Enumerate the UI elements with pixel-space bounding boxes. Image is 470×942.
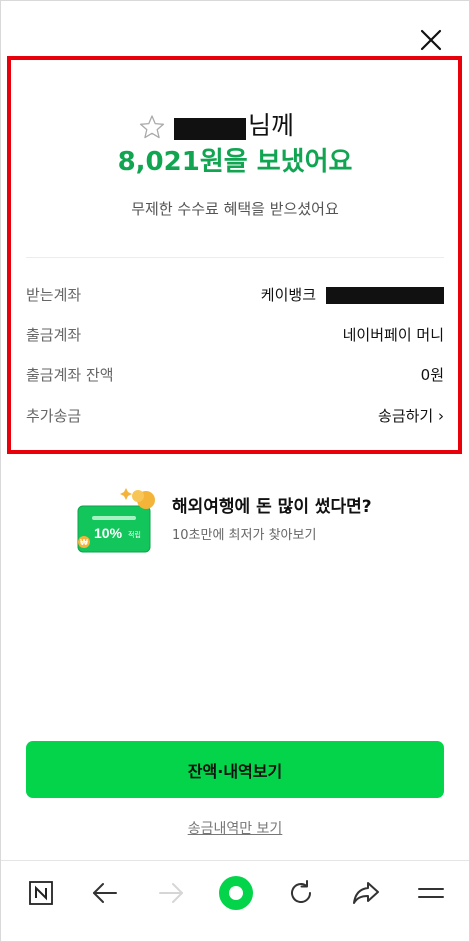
- sent-amount-title: 8,021원을 보냈어요: [117, 147, 353, 177]
- svg-text:₩: ₩: [80, 538, 88, 547]
- fee-benefit-subtitle: 무제한 수수료 혜택을 받으셨어요: [131, 200, 339, 218]
- close-icon: [420, 29, 442, 51]
- refresh-button[interactable]: [281, 875, 321, 911]
- detail-value: 0원: [420, 366, 444, 384]
- back-arrow-icon: [93, 883, 117, 903]
- promo-image-percent-sub: 적립: [128, 530, 141, 539]
- detail-row-receiving-account: 받는계좌 케이뱅크: [26, 282, 444, 308]
- naver-home-button[interactable]: [21, 875, 61, 911]
- receiving-bank-name: 케이뱅크: [260, 286, 316, 304]
- cashback-coupon-image: ₩ 10% 적립: [77, 488, 155, 553]
- green-dot-home-icon: [219, 876, 253, 910]
- refresh-icon: [291, 880, 311, 904]
- detail-label: 출금계좌 잔액: [26, 366, 114, 384]
- view-transfer-history-link[interactable]: 송금내역만 보기: [0, 818, 470, 840]
- forward-button[interactable]: [151, 875, 191, 911]
- promo-subtitle: 10초만에 최저가 찾아보기: [172, 528, 317, 543]
- detail-value: 네이버페이 머니: [342, 326, 444, 344]
- detail-label: 추가송금: [26, 407, 82, 425]
- share-button[interactable]: [346, 875, 386, 911]
- redacted-recipient-name: [174, 118, 246, 140]
- menu-icon: [418, 888, 444, 898]
- green-dot-button[interactable]: [216, 875, 256, 911]
- recipient-title-row: 님께: [0, 110, 470, 144]
- back-button[interactable]: [85, 875, 125, 911]
- send-more-link[interactable]: 송금하기 ›: [378, 403, 444, 429]
- travel-promo-banner[interactable]: ₩ 10% 적립 해외여행에 돈 많이 썼다면? 10초만에 최저가 찾아보기: [74, 486, 404, 562]
- view-balance-history-button[interactable]: 잔액·내역보기: [26, 741, 444, 798]
- promo-title: 해외여행에 돈 많이 썼다면?: [172, 497, 372, 517]
- forward-arrow-icon: [159, 883, 183, 903]
- divider: [26, 257, 444, 258]
- redacted-account-number: [326, 287, 444, 304]
- name-suffix: 님께: [248, 111, 295, 140]
- naver-home-icon: [29, 881, 53, 905]
- promo-image-percent: 10%: [94, 525, 123, 541]
- browser-bottom-toolbar: [1, 860, 469, 941]
- detail-row-additional-transfer: 추가송금 송금하기 ›: [26, 403, 444, 429]
- menu-button[interactable]: [411, 875, 451, 911]
- share-icon: [353, 882, 379, 904]
- detail-row-withdrawal-account: 출금계좌 네이버페이 머니: [26, 322, 444, 348]
- detail-row-withdrawal-balance: 출금계좌 잔액 0원: [26, 362, 444, 388]
- detail-label: 출금계좌: [26, 326, 82, 344]
- close-button[interactable]: [418, 27, 444, 53]
- detail-label: 받는계좌: [26, 286, 82, 304]
- star-icon[interactable]: [139, 114, 165, 140]
